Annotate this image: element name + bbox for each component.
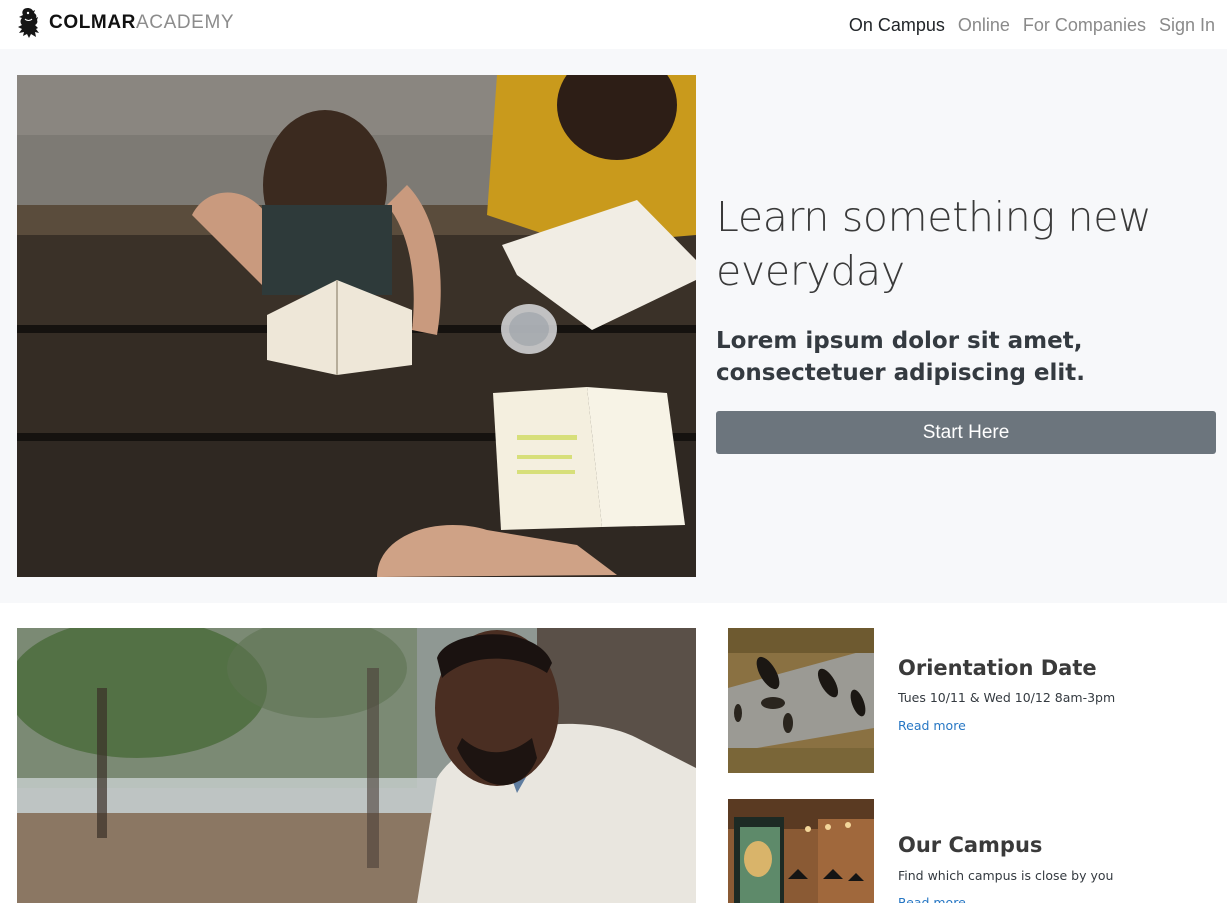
read-more-link[interactable]: Read more: [898, 718, 966, 733]
hero-image-students-studying: [17, 75, 696, 577]
nav-online[interactable]: Online: [958, 13, 1010, 37]
card-text: Find which campus is close by you: [898, 868, 1114, 883]
nav-for-companies[interactable]: For Companies: [1023, 13, 1146, 37]
card-title: Our Campus: [898, 833, 1043, 857]
hero-heading: Learn something new everyday: [716, 193, 1152, 295]
brand-logo-link[interactable]: COLMARACADEMY: [16, 6, 234, 38]
main-nav: On Campus Online For Companies Sign In: [836, 13, 1215, 37]
brand-name-bold: COLMAR: [49, 11, 136, 33]
navbar: COLMARACADEMY On Campus Online For Compa…: [0, 0, 1227, 49]
nav-sign-in[interactable]: Sign In: [1159, 13, 1215, 37]
read-more-link[interactable]: Read more: [898, 895, 966, 903]
hero-section: Learn something new everyday Lorem ipsum…: [0, 49, 1227, 603]
brand-name: COLMARACADEMY: [49, 13, 234, 32]
feature-image-student-smiling: [17, 628, 696, 903]
thumbnail-people-walking: [728, 628, 874, 773]
card-title: Orientation Date: [898, 656, 1097, 680]
thumbnail-campus-interior: [728, 799, 874, 903]
hero-lead-text: Lorem ipsum dolor sit amet, consectetuer…: [716, 328, 1086, 386]
nav-on-campus[interactable]: On Campus: [849, 13, 945, 37]
lion-rampant-icon: [18, 7, 39, 38]
card-text: Tues 10/11 & Wed 10/12 8am-3pm: [898, 690, 1116, 705]
start-here-button[interactable]: Start Here: [716, 411, 1216, 454]
brand-name-light: ACADEMY: [135, 11, 235, 33]
